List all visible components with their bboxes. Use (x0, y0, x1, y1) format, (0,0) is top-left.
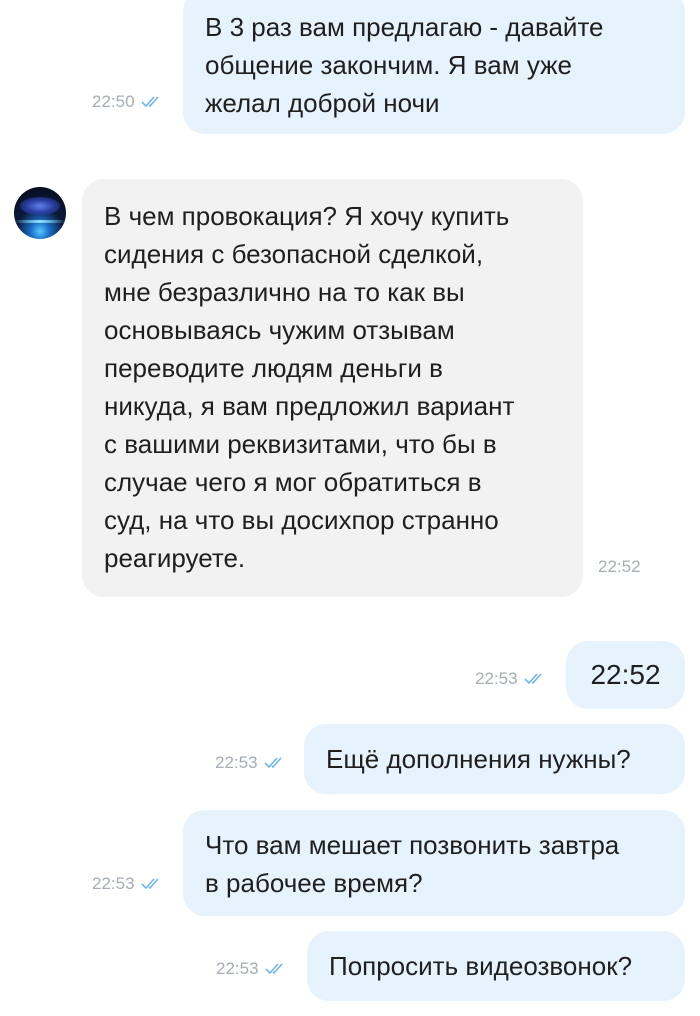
message-bubble-outgoing[interactable]: Попросить видеозвонок? (307, 931, 685, 1001)
message-time: 22:50 (92, 92, 135, 111)
message-text: В 3 раз вам предлагаю - давайте общение … (205, 12, 604, 118)
message-time: 22:52 (598, 557, 641, 576)
message-text: Ещё дополнения нужны? (326, 744, 631, 774)
message-meta: 22:52 (598, 557, 641, 577)
message-bubble-outgoing[interactable]: Ещё дополнения нужны? (304, 724, 685, 794)
message-time: 22:53 (92, 874, 135, 893)
message-meta: 22:53 (92, 874, 165, 894)
avatar[interactable] (14, 187, 66, 239)
message-meta: 22:53 (475, 669, 548, 689)
message-text: 22:52 (590, 659, 661, 690)
message-text: Что вам мешает позвонить завтра в рабоче… (205, 830, 620, 898)
double-check-icon (140, 95, 165, 109)
message-text: Попросить видеозвонок? (329, 951, 633, 981)
message-meta: 22:53 (216, 959, 289, 979)
message-bubble-outgoing[interactable]: В 3 раз вам предлагаю - давайте общение … (183, 0, 685, 134)
double-check-icon (140, 877, 165, 891)
double-check-icon (263, 756, 288, 770)
message-time: 22:53 (215, 753, 258, 772)
message-meta: 22:50 (92, 92, 165, 112)
message-text: В чем провокация? Я хочу купить сидения … (104, 201, 515, 573)
message-time: 22:53 (216, 959, 259, 978)
message-bubble-outgoing[interactable]: Что вам мешает позвонить завтра в рабоче… (183, 810, 685, 916)
message-time: 22:53 (475, 669, 518, 688)
message-bubble-outgoing[interactable]: 22:52 (566, 641, 685, 709)
double-check-icon (523, 672, 548, 686)
double-check-icon (264, 962, 289, 976)
message-meta: 22:53 (215, 753, 288, 773)
message-bubble-incoming[interactable]: В чем провокация? Я хочу купить сидения … (82, 179, 583, 597)
avatar-image (20, 197, 60, 215)
